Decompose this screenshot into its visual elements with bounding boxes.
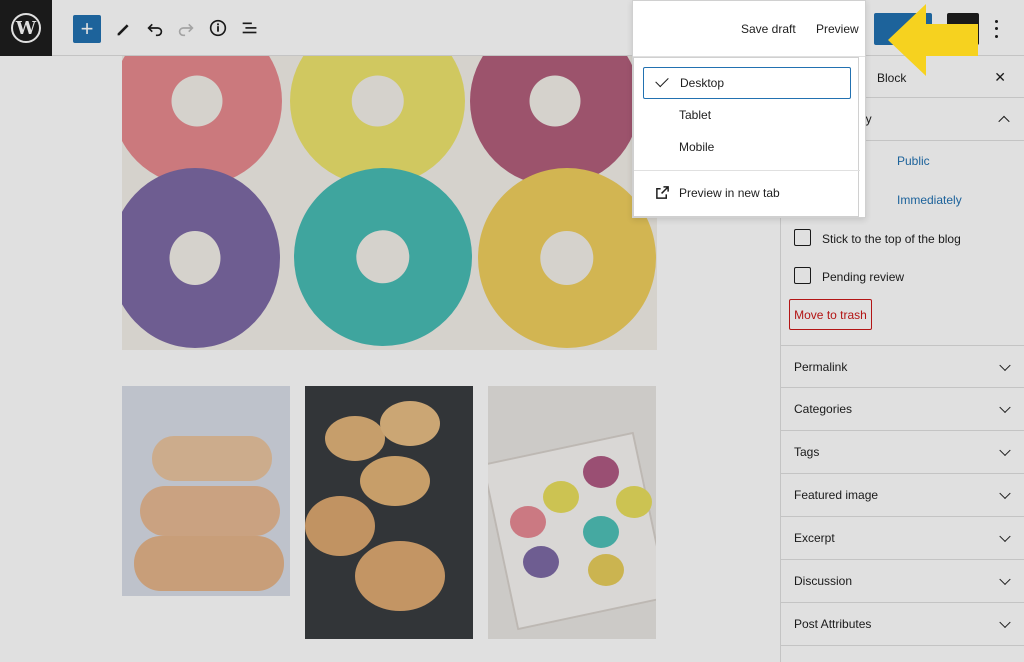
tools-button[interactable]: [110, 14, 138, 42]
redo-button[interactable]: [172, 14, 200, 42]
editor-top-bar: W +: [0, 0, 1024, 56]
chevron-up-icon: [998, 115, 1010, 128]
publish-value-link[interactable]: Immediately: [897, 193, 962, 207]
pending-review-checkbox[interactable]: [794, 267, 811, 284]
gallery-image-donuts-grid[interactable]: [122, 56, 657, 350]
panel-excerpt[interactable]: Excerpt: [781, 517, 1024, 560]
gallery-image-donut-box[interactable]: [488, 386, 656, 639]
chevron-down-icon: [999, 487, 1011, 500]
preview-mobile-option[interactable]: Mobile: [643, 131, 851, 163]
sidebar-panels: Permalink Categories Tags Featured image…: [781, 345, 1024, 646]
panel-tags[interactable]: Tags: [781, 431, 1024, 474]
list-view-icon: [242, 22, 257, 34]
undo-icon: [147, 23, 163, 37]
panel-post-attributes[interactable]: Post Attributes: [781, 603, 1024, 646]
pencil-icon: [117, 24, 129, 36]
pending-review-label: Pending review: [822, 270, 905, 284]
details-button[interactable]: [204, 14, 232, 42]
redo-icon: [178, 23, 194, 37]
chevron-down-icon: [999, 401, 1011, 414]
annotation-arrow-icon: [888, 4, 978, 76]
external-link-icon: [656, 186, 669, 199]
list-view-button[interactable]: [236, 14, 264, 42]
more-vertical-icon[interactable]: [988, 18, 1004, 40]
info-icon: [209, 19, 227, 37]
chevron-down-icon: [999, 573, 1011, 586]
preview-dropdown: Save draft Preview Desktop Tablet Mobile…: [632, 0, 866, 218]
preview-button[interactable]: Preview: [816, 22, 859, 36]
visibility-value-link[interactable]: Public: [897, 154, 930, 168]
preview-menu: Desktop Tablet Mobile Preview in new tab: [633, 57, 860, 217]
chevron-down-icon: [999, 616, 1011, 629]
wordpress-logo-icon: W: [11, 13, 41, 43]
preview-tablet-option[interactable]: Tablet: [643, 99, 851, 131]
panel-categories[interactable]: Categories: [781, 388, 1024, 431]
close-icon[interactable]: ✕: [994, 69, 1006, 86]
panel-discussion[interactable]: Discussion: [781, 560, 1024, 603]
panel-featured-image[interactable]: Featured image: [781, 474, 1024, 517]
preview-desktop-option[interactable]: Desktop: [643, 67, 851, 99]
add-block-button[interactable]: +: [73, 15, 101, 43]
wordpress-logo-button[interactable]: W: [0, 0, 52, 56]
preview-dropdown-header: Save draft Preview: [633, 1, 865, 57]
preview-new-tab-option[interactable]: Preview in new tab: [643, 177, 851, 209]
move-to-trash-button[interactable]: Move to trash: [789, 299, 872, 330]
menu-divider: [634, 170, 860, 171]
stick-to-top-checkbox[interactable]: [794, 229, 811, 246]
chevron-down-icon: [999, 444, 1011, 457]
plus-icon: +: [80, 16, 94, 41]
chevron-down-icon: [999, 359, 1011, 371]
save-draft-button[interactable]: Save draft: [741, 22, 796, 36]
check-icon: [655, 73, 669, 88]
panel-permalink[interactable]: Permalink: [781, 345, 1024, 388]
gallery-image-stacked-donuts[interactable]: [122, 386, 290, 639]
stick-to-top-label: Stick to the top of the blog: [822, 232, 961, 246]
gallery-image-glazed-donuts[interactable]: [305, 386, 473, 639]
undo-button[interactable]: [141, 14, 169, 42]
chevron-down-icon: [999, 530, 1011, 543]
